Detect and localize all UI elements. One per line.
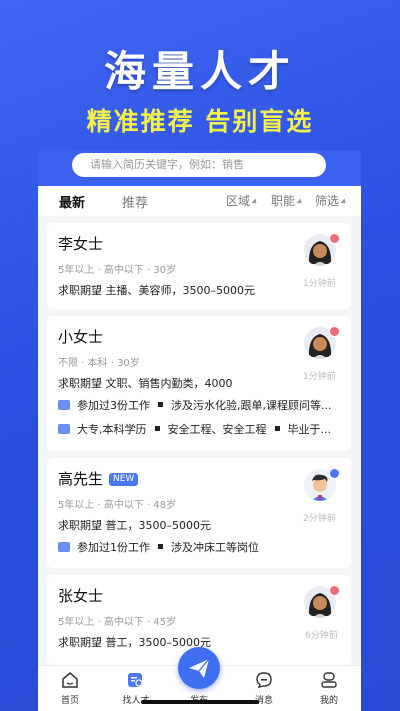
dropdown-icon <box>296 197 304 206</box>
promo-title: 海量人才 <box>103 47 296 96</box>
home-indicator <box>141 700 259 704</box>
education-school: 毕业于... <box>287 423 332 436</box>
briefcase-icon <box>58 400 70 410</box>
app-screen: 请输入简历关键字，例如：销售 最新 推荐 区域 职能 筛选 李女士 5年以上 ·… <box>38 150 361 711</box>
candidate-name: 高先生 NEW <box>58 468 139 489</box>
new-badge: NEW <box>109 473 139 486</box>
candidate-meta: 5年以上 · 高中以下 · 48岁 <box>58 500 177 511</box>
candidate-name: 小女士 <box>58 328 104 346</box>
message-icon <box>256 672 272 688</box>
find-talent-icon <box>128 673 143 687</box>
education-line: 大专,本科学历 安全工程、安全工程 毕业于... <box>58 421 346 437</box>
candidate-card[interactable]: 高先生 NEW 5年以上 · 高中以下 · 48岁 求职期望 普工，3500–50… <box>47 458 351 568</box>
filter-region-label: 区域 <box>226 194 251 208</box>
filter-region[interactable]: 区域 <box>226 192 259 209</box>
status-dot <box>329 326 340 337</box>
separator-icon <box>158 544 163 549</box>
active-time: 6分钟前 <box>305 631 338 641</box>
candidate-card[interactable]: 小女士 不限 · 本科 · 30岁 求职期望 文职、销售内勤类，4000 参加过… <box>47 316 351 451</box>
status-dot <box>329 233 340 244</box>
candidate-expectation: 求职期望 文职、销售内勤类，4000 <box>58 377 233 390</box>
work-detail: 涉及污水化验,跟单,课程顾问等... <box>171 399 332 412</box>
nav-home-label: 首页 <box>60 696 79 706</box>
candidate-meta: 不限 · 本科 · 30岁 <box>58 358 140 369</box>
home-icon <box>62 672 78 688</box>
status-dot <box>329 585 340 596</box>
dropdown-icon <box>340 197 348 206</box>
work-count: 参加过3份工作 <box>77 399 150 412</box>
filter-more-label: 筛选 <box>315 194 340 208</box>
separator-icon <box>154 426 160 431</box>
briefcase-icon <box>58 542 70 552</box>
candidate-meta: 5年以上 · 高中以下 · 45岁 <box>58 617 177 628</box>
dropdown-icon <box>251 197 259 206</box>
candidate-meta: 5年以上 · 高中以下 · 30岁 <box>58 265 177 276</box>
candidate-expectation: 求职期望 主播、美容师，3500–5000元 <box>58 284 255 297</box>
tab-bar: 最新 推荐 区域 职能 筛选 <box>38 186 361 216</box>
active-time: 2分钟前 <box>303 514 336 524</box>
work-detail: 涉及冲床工等岗位 <box>171 541 259 554</box>
candidate-name: 李女士 <box>58 235 104 253</box>
separator-icon <box>158 402 163 407</box>
send-icon <box>189 658 210 678</box>
candidate-expectation: 求职期望 普工，3500–5000元 <box>58 519 211 532</box>
graduation-icon <box>58 424 70 434</box>
filter-function[interactable]: 职能 <box>271 192 304 209</box>
status-dot <box>329 468 340 479</box>
education-level: 大专,本科学历 <box>77 423 147 436</box>
separator-icon <box>274 426 280 431</box>
candidate-card[interactable]: 李女士 5年以上 · 高中以下 · 30岁 求职期望 主播、美容师，3500–5… <box>47 223 351 309</box>
active-time: 1分钟前 <box>303 372 336 382</box>
candidate-name-text: 高先生 <box>58 470 104 488</box>
work-history-line: 参加过1份工作 涉及冲床工等岗位 <box>58 539 346 555</box>
active-time: 1分钟前 <box>303 279 336 289</box>
tab-recommend[interactable]: 推荐 <box>122 192 148 211</box>
nav-profile-label: 我的 <box>319 696 338 706</box>
filter-function-label: 职能 <box>271 194 296 208</box>
tab-latest[interactable]: 最新 <box>59 192 85 211</box>
publish-button[interactable] <box>178 647 220 689</box>
filter-more[interactable]: 筛选 <box>315 192 348 209</box>
promo-subtitle: 精准推荐 告别盲选 <box>86 107 314 136</box>
education-major: 安全工程、安全工程 <box>167 423 267 436</box>
work-count: 参加过1份工作 <box>77 541 150 554</box>
profile-icon <box>321 672 337 688</box>
search-input[interactable]: 请输入简历关键字，例如：销售 <box>72 153 326 177</box>
candidate-name: 张女士 <box>58 587 104 605</box>
work-history-line: 参加过3份工作 涉及污水化验,跟单,课程顾问等... <box>58 397 346 413</box>
